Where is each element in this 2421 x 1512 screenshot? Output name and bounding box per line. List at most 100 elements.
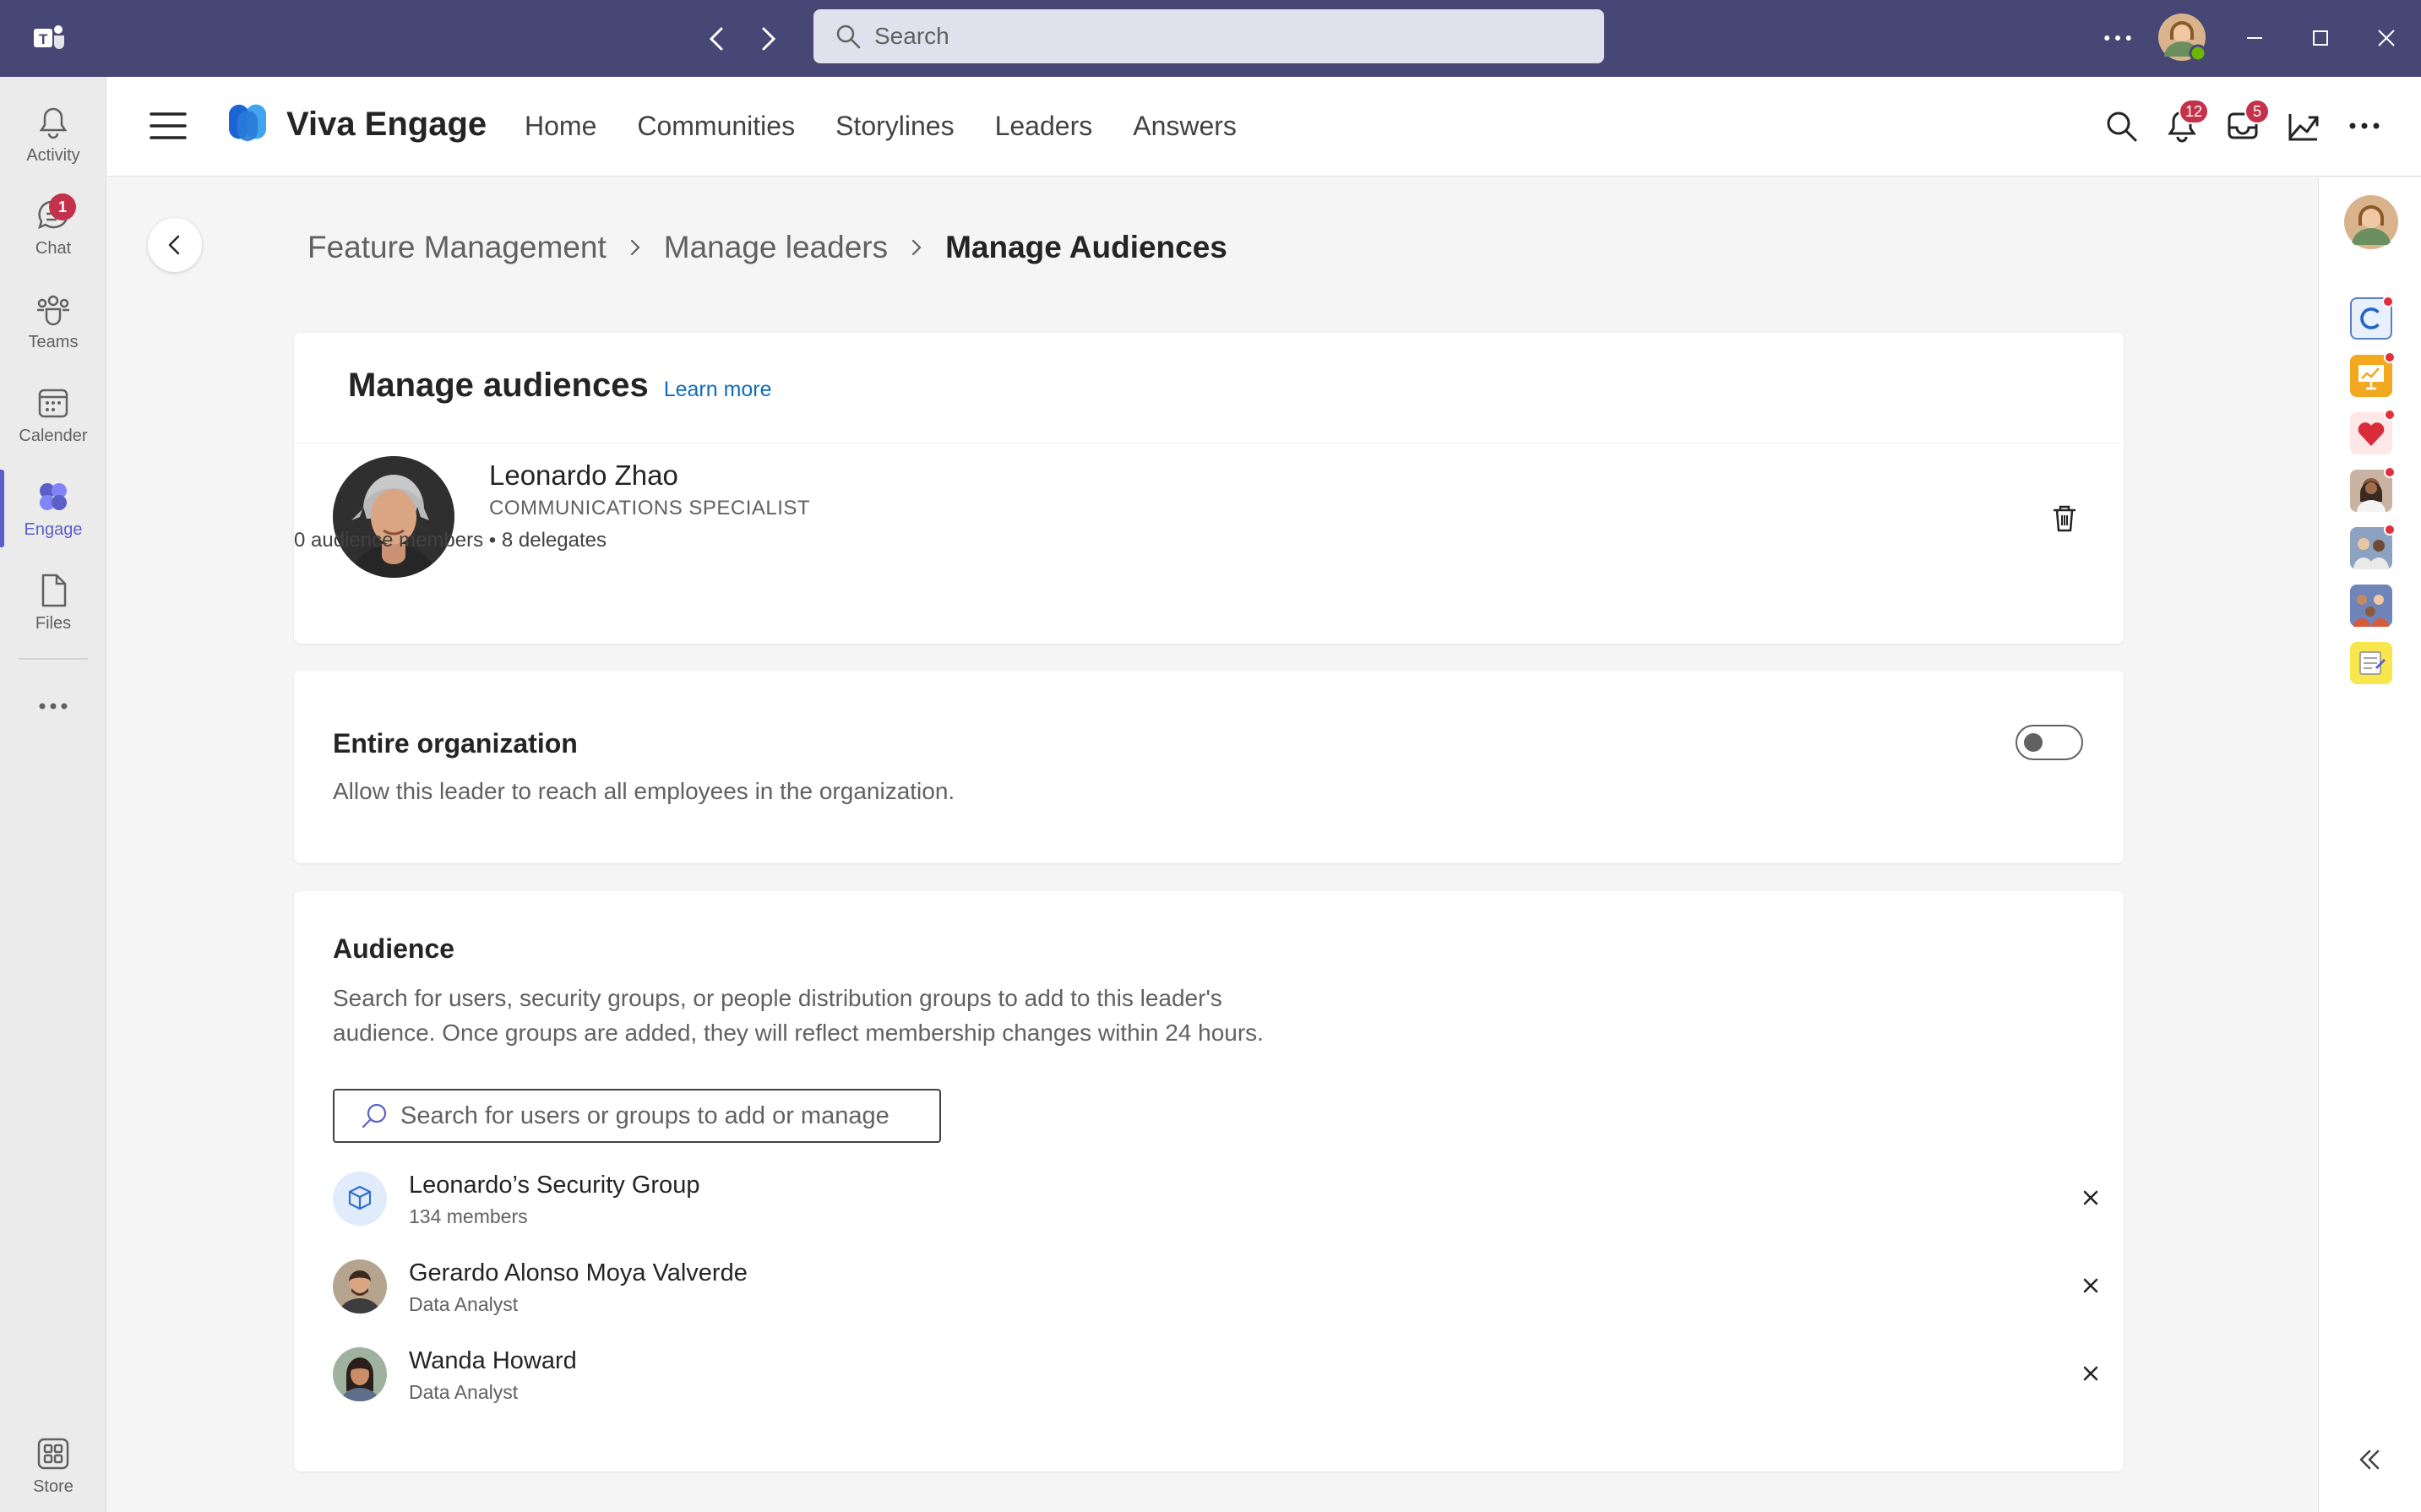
- rail-label-store: Store: [33, 1477, 73, 1496]
- global-search-input[interactable]: Search: [813, 9, 1604, 63]
- audience-description: Search for users, security groups, or pe…: [333, 981, 1264, 1050]
- rail-label-files: Files: [35, 613, 72, 633]
- more-options-icon[interactable]: [2098, 19, 2137, 57]
- profile-avatar[interactable]: [2157, 13, 2206, 62]
- chat-badge: 1: [49, 193, 76, 220]
- audience-member-row: Wanda Howard Data Analyst: [333, 1341, 2107, 1408]
- rail-item-chat[interactable]: Chat 1: [0, 182, 106, 273]
- audience-search-input[interactable]: Search for users or groups to add or man…: [333, 1089, 941, 1143]
- member-name: Gerardo Alonso Moya Valverde: [409, 1259, 748, 1286]
- notification-dot: [2384, 466, 2396, 478]
- back-button[interactable]: [148, 218, 202, 272]
- collapse-double-chevron-icon[interactable]: [2354, 1444, 2385, 1475]
- app-team-photo[interactable]: [2350, 585, 2392, 627]
- breadcrumb-feature-management[interactable]: Feature Management: [307, 230, 607, 265]
- notifications-icon[interactable]: 12: [2160, 99, 2209, 148]
- app-heart-icon[interactable]: [2350, 409, 2396, 454]
- rail-label-activity: Activity: [26, 145, 80, 165]
- leader-card: Manage audiences Learn more Leonardo Zha…: [294, 333, 2124, 644]
- rail-label-calendar: Calender: [19, 426, 88, 445]
- top-nav: Home Communities Storylines Leaders Answ…: [525, 111, 1237, 142]
- profile-avatar[interactable]: [2343, 194, 2399, 250]
- app-presentation-icon[interactable]: [2350, 351, 2396, 397]
- bell-icon: [39, 107, 68, 139]
- rail-item-store[interactable]: Store: [0, 1420, 106, 1511]
- svg-text:T: T: [39, 31, 48, 47]
- audience-member-row: Gerardo Alonso Moya Valverde Data Analys…: [333, 1253, 2107, 1320]
- member-name: Leonardo’s Security Group: [409, 1172, 700, 1199]
- card-title-row: Manage audiences Learn more: [348, 367, 772, 405]
- member-avatar: [333, 1259, 387, 1313]
- rail-item-engage[interactable]: Engage: [0, 463, 106, 554]
- inbox-badge: 5: [2244, 99, 2270, 124]
- entire-org-title: Entire organization: [333, 728, 578, 759]
- rail-item-activity[interactable]: Activity: [0, 89, 106, 180]
- rail-more-apps[interactable]: [0, 668, 106, 744]
- nav-answers[interactable]: Answers: [1133, 111, 1237, 142]
- audience-search-placeholder: Search for users or groups to add or man…: [400, 1101, 890, 1129]
- breadcrumb-current: Manage Audiences: [945, 230, 1227, 264]
- trash-icon[interactable]: [2048, 502, 2081, 536]
- search-icon: [836, 24, 861, 49]
- title-bar: T Search: [0, 0, 2421, 77]
- maximize-icon[interactable]: [2301, 19, 2340, 57]
- rail-label-chat: Chat: [35, 238, 72, 258]
- remove-close-icon[interactable]: [2078, 1185, 2103, 1210]
- brand[interactable]: Viva Engage: [226, 102, 487, 146]
- leader-avatar: [333, 456, 454, 578]
- notification-dot: [2384, 524, 2396, 536]
- member-subtitle: Data Analyst: [409, 1293, 519, 1315]
- rail-label-engage: Engage: [24, 519, 83, 539]
- learn-more-link[interactable]: Learn more: [664, 378, 772, 402]
- app-contact-avatar[interactable]: [2350, 466, 2396, 512]
- app-copilot-icon[interactable]: [2350, 296, 2394, 340]
- rail-item-calendar[interactable]: Calender: [0, 369, 106, 460]
- hamburger-menu-icon[interactable]: [150, 111, 187, 141]
- viva-engage-logo-icon: [229, 104, 267, 141]
- minimize-icon[interactable]: [2235, 19, 2274, 57]
- leader-meta: 0 audience members • 8 delegates: [294, 529, 607, 552]
- audience-title: Audience: [333, 933, 455, 964]
- member-subtitle: Data Analyst: [409, 1381, 519, 1403]
- entire-org-toggle[interactable]: [2016, 725, 2083, 760]
- app-rail: Activity Chat 1 Teams Calender Engage Fi…: [0, 77, 106, 1512]
- notification-dot: [2382, 296, 2394, 307]
- breadcrumb: Feature Management Manage leaders Manage…: [307, 230, 1227, 265]
- more-horizontal-icon: [39, 703, 68, 710]
- notifications-badge: 12: [2178, 99, 2209, 124]
- calendar-icon: [38, 389, 68, 417]
- search-icon[interactable]: [2099, 104, 2143, 148]
- teams-logo-icon[interactable]: T: [32, 22, 66, 54]
- close-window-icon[interactable]: [2367, 19, 2406, 57]
- toggle-knob: [2024, 733, 2043, 752]
- nav-communities[interactable]: Communities: [637, 111, 795, 142]
- rail-item-teams[interactable]: Teams: [0, 275, 106, 367]
- audience-description-line-2: audience. Once groups are added, they wi…: [333, 1020, 1264, 1046]
- notification-dot: [2384, 409, 2396, 421]
- nav-forward-icon[interactable]: [750, 22, 784, 56]
- app-notes-icon[interactable]: [2350, 642, 2392, 684]
- member-subtitle: 134 members: [409, 1205, 528, 1227]
- engage-icon: [40, 482, 67, 510]
- breadcrumb-manage-leaders[interactable]: Manage leaders: [664, 230, 888, 265]
- inbox-icon[interactable]: 5: [2221, 99, 2270, 148]
- security-group-icon: [333, 1172, 387, 1226]
- store-icon: [37, 1438, 69, 1469]
- rail-item-files[interactable]: Files: [0, 557, 106, 648]
- analytics-icon[interactable]: [2282, 104, 2326, 148]
- audience-member-row: Leonardo’s Security Group 134 members: [333, 1165, 2107, 1232]
- remove-close-icon[interactable]: [2078, 1361, 2103, 1386]
- nav-home[interactable]: Home: [525, 111, 596, 142]
- nav-storylines[interactable]: Storylines: [835, 111, 955, 142]
- app-name: Viva Engage: [286, 105, 487, 143]
- remove-close-icon[interactable]: [2078, 1273, 2103, 1298]
- app-group-photo[interactable]: [2350, 524, 2396, 569]
- app-header: Viva Engage Home Communities Storylines …: [107, 77, 2421, 177]
- more-horizontal-icon[interactable]: [2342, 104, 2386, 148]
- global-search-placeholder: Search: [874, 23, 949, 49]
- chevron-right-icon: [912, 239, 922, 256]
- rail-divider: [19, 658, 88, 660]
- right-app-rail: [2318, 177, 2421, 1512]
- nav-leaders[interactable]: Leaders: [995, 111, 1093, 142]
- nav-back-icon[interactable]: [701, 22, 735, 56]
